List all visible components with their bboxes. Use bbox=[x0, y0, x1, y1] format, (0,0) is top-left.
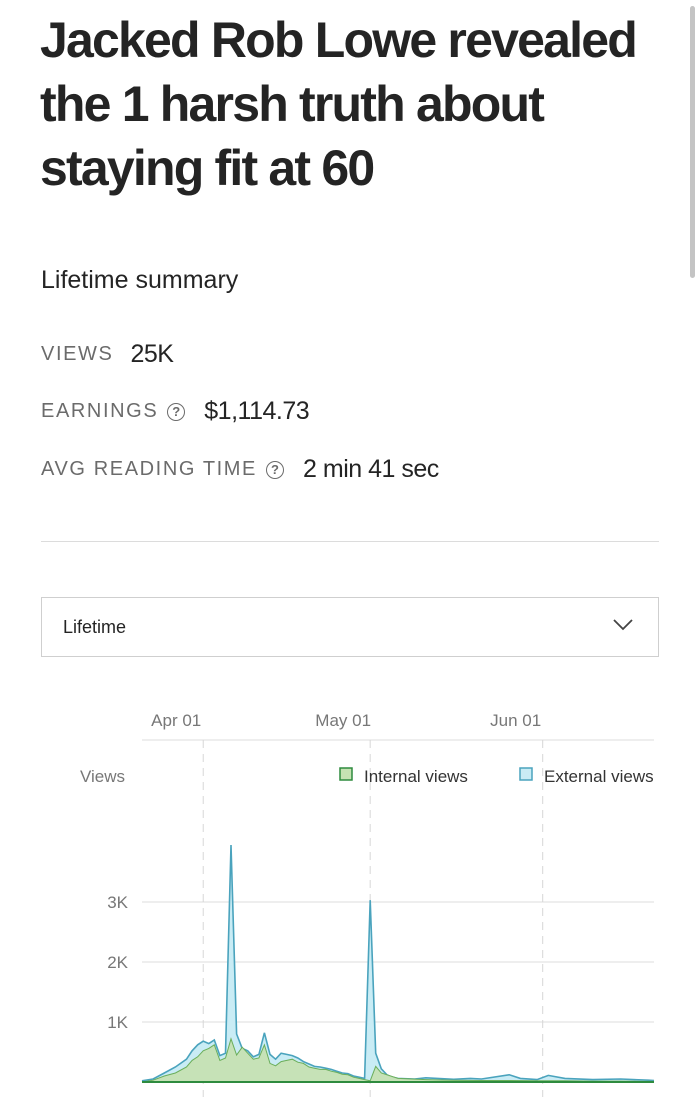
views-stat: VIEWS 25K bbox=[41, 340, 174, 369]
question-circle-icon[interactable]: ? bbox=[167, 402, 186, 421]
legend-external-label: External views bbox=[544, 767, 654, 786]
question-circle-icon[interactable]: ? bbox=[266, 460, 285, 479]
views-label: VIEWS bbox=[41, 343, 114, 365]
reading-time-stat: AVG READING TIME ? 2 min 41 sec bbox=[41, 455, 439, 484]
legend-internal-label: Internal views bbox=[364, 767, 468, 786]
y-tick-label: 2K bbox=[107, 953, 128, 972]
external-views-line bbox=[141, 844, 655, 1082]
legend-internal-swatch bbox=[339, 767, 353, 781]
external-views-area bbox=[142, 845, 654, 1082]
views-chart: 1K 2K 3K Apr 01 May 01 Jun 01 Views Internal vi… bbox=[80, 711, 655, 1097]
chevron-down-icon bbox=[613, 619, 633, 631]
reading-time-value: 2 min 41 sec bbox=[303, 455, 439, 483]
legend-external-swatch bbox=[519, 767, 533, 781]
section-divider bbox=[41, 541, 659, 542]
earnings-label: EARNINGS bbox=[41, 400, 159, 422]
y-tick-label: 1K bbox=[107, 1013, 128, 1032]
views-value: 25K bbox=[130, 340, 174, 368]
article-title: Jacked Rob Lowe revealed the 1 harsh tru… bbox=[40, 12, 638, 196]
earnings-stat: EARNINGS ? $1,114.73 bbox=[41, 397, 310, 426]
internal-views-area bbox=[142, 1038, 654, 1082]
range-dropdown-value: Lifetime bbox=[63, 617, 127, 637]
x-tick-label: Jun 01 bbox=[490, 711, 541, 730]
scrollbar[interactable] bbox=[690, 6, 695, 278]
x-tick-label: Apr 01 bbox=[151, 711, 201, 730]
summary-heading: Lifetime summary bbox=[41, 266, 239, 294]
y-axis-label: Views bbox=[80, 767, 125, 786]
earnings-value: $1,114.73 bbox=[204, 397, 310, 425]
y-tick-label: 3K bbox=[107, 893, 128, 912]
reading-time-label: AVG READING TIME bbox=[41, 458, 258, 480]
range-dropdown[interactable]: Lifetime bbox=[41, 597, 659, 657]
x-tick-label: May 01 bbox=[315, 711, 371, 730]
